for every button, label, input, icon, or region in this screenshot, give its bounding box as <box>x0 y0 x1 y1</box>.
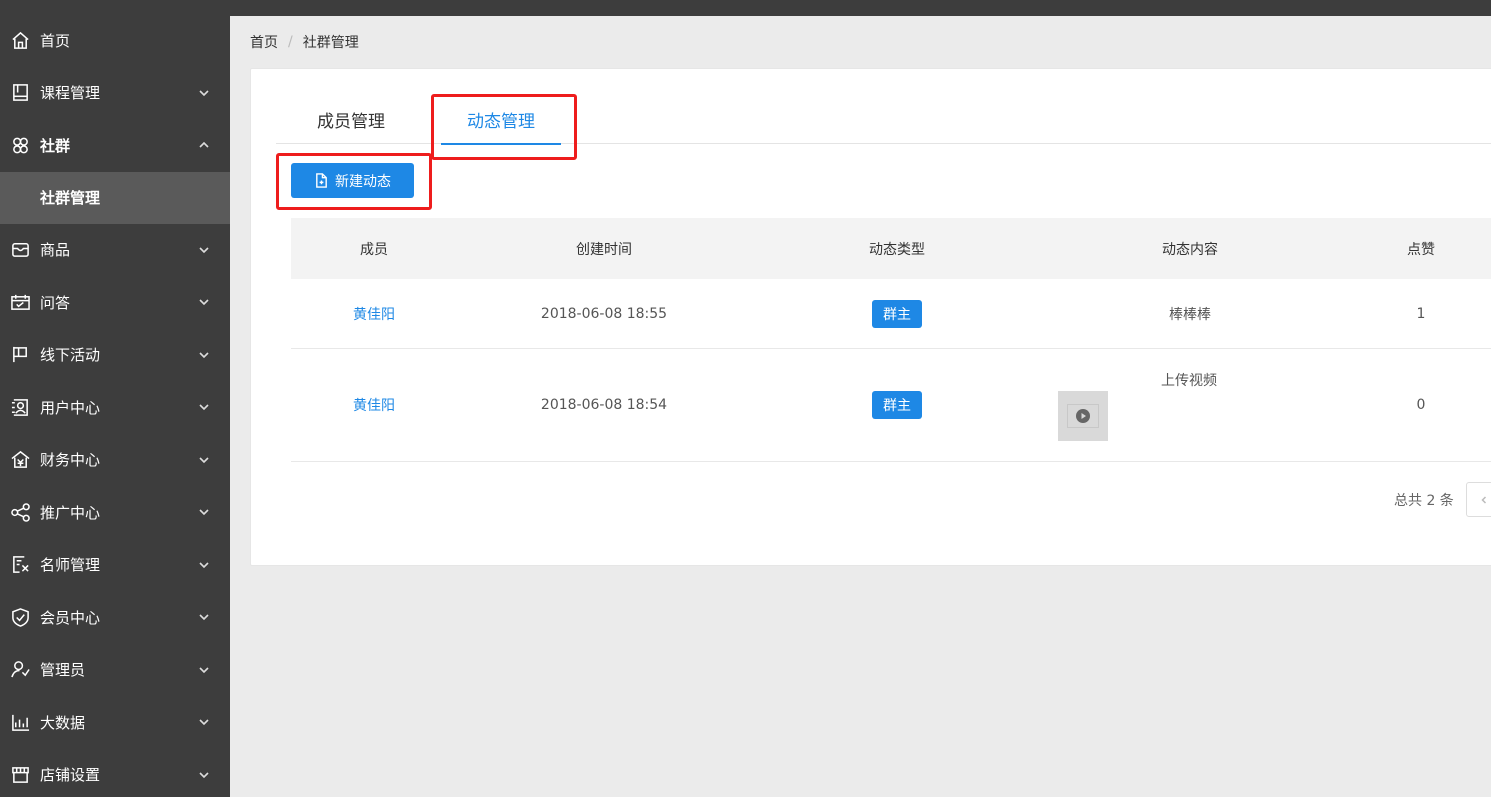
new-post-label: 新建动态 <box>335 173 391 190</box>
new-file-icon <box>316 173 327 188</box>
type-badge: 群主 <box>872 391 922 419</box>
table-row: 黄佳阳 2018-06-08 18:54 群主 上传视频 0 <box>291 349 1491 462</box>
play-icon <box>1076 409 1090 423</box>
top-bar <box>230 0 1491 16</box>
chevron-down-icon <box>198 611 210 623</box>
chevron-down-icon <box>198 87 210 99</box>
store-icon <box>10 765 30 785</box>
table-header: 成员 创建时间 动态类型 动态内容 点赞 <box>291 218 1491 279</box>
sidebar-item-label: 商品 <box>40 241 71 260</box>
user-card-icon <box>10 397 30 417</box>
sidebar-item-label: 财务中心 <box>40 451 101 470</box>
sidebar-item-qa[interactable]: 问答 <box>0 276 230 329</box>
new-post-button[interactable]: 新建动态 <box>291 163 414 198</box>
col-header-likes: 点赞 <box>1407 241 1435 258</box>
sidebar-item-label: 问答 <box>40 293 71 312</box>
sidebar-item-label: 会员中心 <box>40 608 101 627</box>
sidebar-item-home[interactable]: 首页 <box>0 14 230 67</box>
sidebar-item-label: 店铺设置 <box>40 766 101 785</box>
sidebar-item-products[interactable]: 商品 <box>0 224 230 277</box>
shop-box-icon <box>10 240 30 260</box>
sidebar-item-promotion[interactable]: 推广中心 <box>0 486 230 539</box>
community-icon <box>10 135 30 155</box>
sidebar-item-teachers[interactable]: 名师管理 <box>0 539 230 592</box>
sidebar: 首页 课程管理 社群 社群管理 商品 问答 线下活动 用户中心 财务中心 推广中… <box>0 0 230 797</box>
created-time: 2018-06-08 18:54 <box>540 397 668 413</box>
sidebar-item-label: 名师管理 <box>40 556 101 575</box>
sidebar-item-label: 管理员 <box>40 661 86 680</box>
like-count: 1 <box>1416 305 1426 322</box>
home-icon <box>10 30 30 50</box>
sidebar-item-label: 用户中心 <box>40 398 101 417</box>
member-link[interactable]: 黄佳阳 <box>353 395 395 415</box>
share-icon <box>10 502 30 522</box>
col-header-type: 动态类型 <box>869 241 925 258</box>
breadcrumb-separator: / <box>288 34 293 50</box>
sidebar-item-label: 社群管理 <box>40 189 101 207</box>
sidebar-item-store-settings[interactable]: 店铺设置 <box>0 749 230 797</box>
chevron-down-icon <box>198 349 210 361</box>
bar-chart-icon <box>10 712 30 732</box>
col-header-created: 创建时间 <box>576 241 632 258</box>
member-link[interactable]: 黄佳阳 <box>353 304 395 324</box>
chevron-down-icon <box>198 296 210 308</box>
chevron-left-icon <box>1481 495 1487 504</box>
chevron-down-icon <box>198 506 210 518</box>
chevron-up-icon <box>198 139 210 151</box>
shield-check-icon <box>10 607 30 627</box>
sidebar-item-community-management[interactable]: 社群管理 <box>0 171 230 224</box>
sidebar-item-community[interactable]: 社群 <box>0 119 230 172</box>
sidebar-item-admins[interactable]: 管理员 <box>0 644 230 697</box>
sidebar-item-label: 推广中心 <box>40 503 101 522</box>
video-thumbnail[interactable] <box>1058 391 1108 441</box>
sidebar-item-user-center[interactable]: 用户中心 <box>0 381 230 434</box>
chevron-down-icon <box>198 559 210 571</box>
chevron-down-icon <box>198 244 210 256</box>
flag-icon <box>10 345 30 365</box>
table-row: 黄佳阳 2018-06-08 18:55 群主 棒棒棒 1 <box>291 279 1491 349</box>
col-header-member: 成员 <box>360 241 388 258</box>
sidebar-item-label: 社群 <box>40 136 71 155</box>
teacher-doc-icon <box>10 555 30 575</box>
calendar-qa-icon <box>10 292 30 312</box>
breadcrumb-home[interactable]: 首页 <box>250 32 278 52</box>
pagination-prev-button[interactable] <box>1466 482 1491 517</box>
sidebar-item-offline-events[interactable]: 线下活动 <box>0 329 230 382</box>
like-count: 0 <box>1416 397 1426 413</box>
sidebar-item-label: 线下活动 <box>40 346 101 365</box>
chevron-down-icon <box>198 454 210 466</box>
chevron-down-icon <box>198 769 210 781</box>
chevron-down-icon <box>198 664 210 676</box>
sidebar-item-finance[interactable]: 财务中心 <box>0 434 230 487</box>
sidebar-item-big-data[interactable]: 大数据 <box>0 696 230 749</box>
chevron-down-icon <box>198 716 210 728</box>
sidebar-item-membership[interactable]: 会员中心 <box>0 591 230 644</box>
sidebar-item-label: 课程管理 <box>40 84 101 103</box>
sidebar-item-courses[interactable]: 课程管理 <box>0 67 230 120</box>
breadcrumb: 首页 / 社群管理 <box>250 32 359 52</box>
type-badge: 群主 <box>872 299 922 328</box>
post-content: 棒棒棒 <box>1169 306 1211 323</box>
col-header-content: 动态内容 <box>1162 241 1218 258</box>
created-time: 2018-06-08 18:55 <box>540 305 668 322</box>
content-card: 成员管理 动态管理 新建动态 成员 创建时间 动态类型 动态内容 点赞 黄佳阳 … <box>250 68 1491 566</box>
book-icon <box>10 83 30 103</box>
chevron-down-icon <box>198 401 210 413</box>
sidebar-item-label: 首页 <box>40 31 71 50</box>
highlight-box-tab <box>431 94 577 160</box>
sidebar-item-label: 大数据 <box>40 713 86 732</box>
pagination-total: 总共 2 条 <box>1394 493 1454 509</box>
breadcrumb-current: 社群管理 <box>302 35 359 51</box>
tab-members[interactable]: 成员管理 <box>306 95 396 144</box>
admin-user-icon <box>10 660 30 680</box>
post-content: 上传视频 <box>1161 373 1217 389</box>
finance-home-icon <box>10 450 30 470</box>
